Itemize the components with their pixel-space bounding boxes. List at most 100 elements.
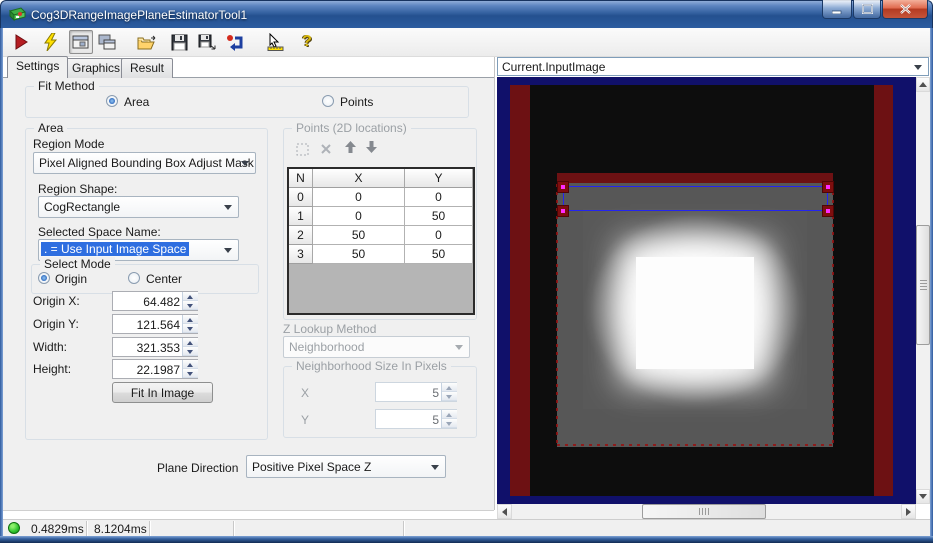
live-run-icon (44, 33, 58, 51)
origin-x-spinner[interactable] (182, 292, 198, 310)
select-mode-origin-label: Origin (55, 272, 88, 286)
title-bar: Cog3DRangeImagePlaneEstimatorTool1 (0, 0, 933, 28)
origin-x-field[interactable]: 64.482 (112, 291, 198, 311)
tab-settings[interactable]: Settings (7, 56, 69, 78)
spin-up-icon[interactable] (183, 315, 198, 324)
fit-method-points-label: Points (340, 95, 374, 109)
total-time: 8.1204ms (94, 522, 147, 536)
fit-in-image-button[interactable]: Fit In Image (112, 382, 213, 403)
arrow-right-icon (906, 507, 911, 516)
neighborhood-caption: Neighborhood Size In Pixels (292, 359, 451, 373)
height-field[interactable]: 22.1987 (112, 359, 198, 379)
spin-up-icon[interactable] (183, 360, 198, 369)
left-panel-bottom-border (3, 510, 494, 511)
origin-y-field[interactable]: 121.564 (112, 314, 198, 334)
save-as-icon (198, 34, 215, 49)
show-result-window-icon (72, 35, 89, 49)
scroll-right-button[interactable] (901, 504, 916, 519)
chevron-down-icon (431, 465, 439, 470)
points-table: N X Y 0 0 0 1 0 50 2 50 0 3 50 50 (287, 167, 475, 315)
run-button[interactable] (9, 30, 33, 54)
region-rectangle[interactable] (563, 186, 828, 211)
fit-method-caption: Fit Method (34, 79, 99, 93)
status-separator (233, 521, 234, 536)
status-separator (403, 521, 404, 536)
tab-graphics[interactable]: Graphics (63, 58, 130, 78)
fit-method-area-radio[interactable] (106, 95, 118, 107)
spin-down-icon[interactable] (183, 347, 198, 356)
scroll-left-button[interactable] (497, 504, 512, 519)
window-border-bottom (0, 536, 933, 543)
region-handle-bottom-left[interactable] (557, 205, 569, 217)
mask-stripe-right (874, 85, 893, 496)
table-row: 3 50 50 (289, 245, 473, 264)
status-ok-icon (8, 522, 20, 534)
spin-down-icon (442, 392, 457, 401)
maximize-button[interactable] (853, 0, 881, 19)
spin-up-icon[interactable] (183, 292, 198, 301)
select-mode-center-label: Center (146, 272, 183, 286)
main-toolbar: ? (3, 28, 930, 57)
save-as-button[interactable] (195, 30, 219, 54)
maximize-icon (861, 4, 873, 14)
delete-point-icon (318, 141, 334, 157)
space-name-value: . = Use Input Image Space (41, 242, 190, 256)
select-mode-origin-radio[interactable] (38, 272, 50, 284)
region-handle-bottom-right[interactable] (822, 205, 834, 217)
live-run-button[interactable] (39, 30, 63, 54)
run-icon (15, 34, 28, 50)
origin-y-spinner[interactable] (182, 315, 198, 333)
area-caption: Area (34, 121, 68, 135)
region-mode-select[interactable]: Pixel Aligned Bounding Box Adjust Mask (33, 152, 256, 174)
range-image-object (557, 173, 833, 447)
spin-down-icon[interactable] (183, 369, 198, 378)
open-file-icon (137, 35, 156, 49)
region-mode-label: Region Mode (33, 137, 105, 151)
table-row: 1 0 50 (289, 207, 473, 226)
help-button[interactable]: ? (295, 30, 319, 54)
chevron-down-icon (914, 65, 922, 70)
select-mode-center-radio[interactable] (128, 272, 140, 284)
close-button[interactable] (882, 0, 928, 19)
tab-result[interactable]: Result (121, 58, 174, 78)
plane-direction-label: Plane Direction (157, 461, 239, 475)
spin-down-icon (442, 419, 457, 428)
width-field[interactable]: 321.353 (112, 337, 198, 357)
region-shape-select[interactable]: CogRectangle (38, 196, 239, 218)
height-spinner[interactable] (182, 360, 198, 378)
status-separator (86, 521, 87, 536)
spin-up-icon[interactable] (183, 338, 198, 347)
horizontal-scrollbar-thumb[interactable] (642, 504, 766, 519)
plane-direction-select[interactable]: Positive Pixel Space Z (246, 455, 446, 478)
fit-method-points-radio[interactable] (322, 95, 334, 107)
scroll-down-button[interactable] (916, 489, 930, 504)
app-icon (9, 7, 26, 22)
minimize-button[interactable] (822, 0, 852, 19)
mask-dash-bottom (557, 444, 833, 446)
float-window-icon (98, 34, 116, 49)
display-selector[interactable]: Current.InputImage (497, 57, 929, 76)
region-handle-top-right[interactable] (822, 181, 834, 193)
position-ruler-button[interactable] (263, 30, 287, 54)
width-label: Width: (33, 340, 68, 354)
open-file-button[interactable] (135, 30, 159, 54)
chevron-down-icon (455, 345, 463, 350)
float-window-button[interactable] (95, 30, 119, 54)
region-handle-top-left[interactable] (557, 181, 569, 193)
show-result-window-button[interactable] (69, 30, 93, 54)
reset-button[interactable] (223, 30, 247, 54)
points-table-header: N X Y (289, 169, 473, 188)
save-icon (171, 34, 187, 50)
save-button[interactable] (167, 30, 191, 54)
spin-down-icon[interactable] (183, 324, 198, 333)
vertical-scrollbar-thumb[interactable] (916, 225, 930, 345)
table-row: 0 0 0 (289, 188, 473, 207)
scroll-up-button[interactable] (916, 77, 930, 92)
spin-down-icon[interactable] (183, 301, 198, 310)
execution-time: 0.4829ms (31, 522, 84, 536)
width-spinner[interactable] (182, 338, 198, 356)
status-bar: 0.4829ms 8.1204ms (3, 519, 930, 536)
mask-stripe-left (510, 85, 530, 496)
region-shape-label: Region Shape: (38, 182, 118, 196)
origin-x-label: Origin X: (33, 294, 80, 308)
